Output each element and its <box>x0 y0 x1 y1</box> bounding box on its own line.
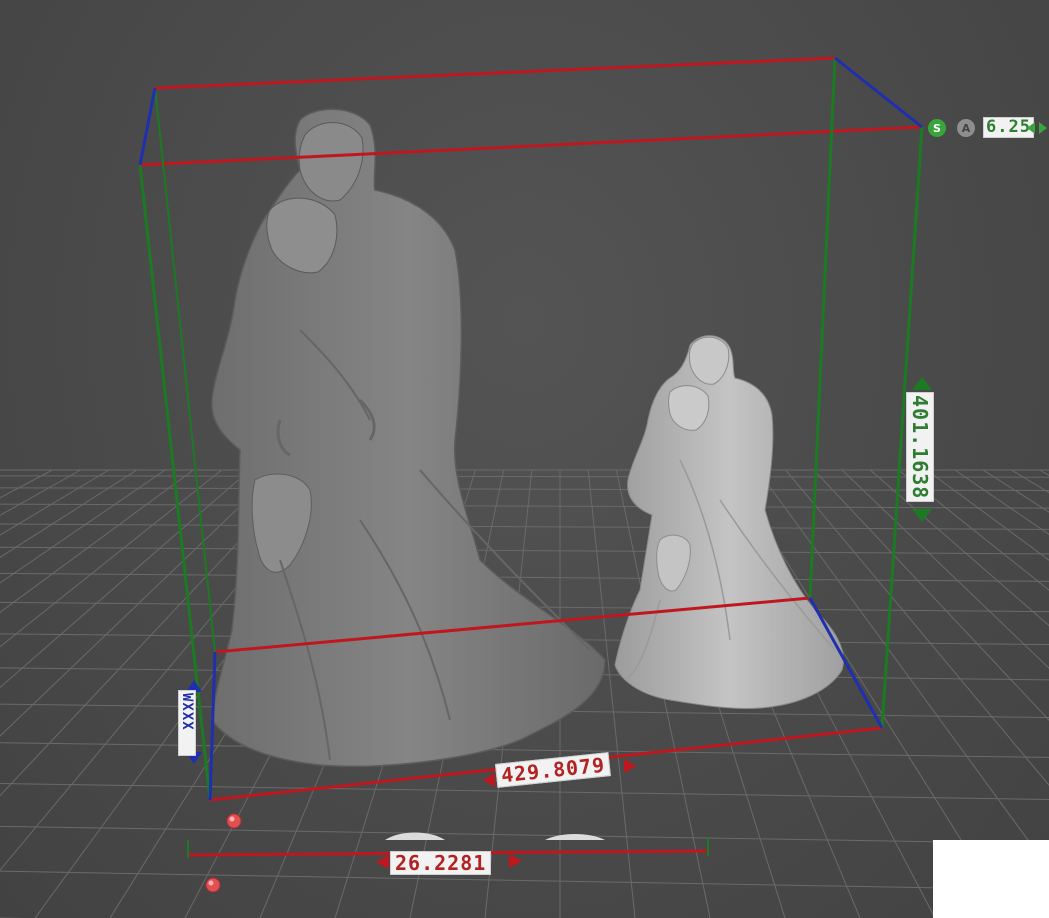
width-arrow-left[interactable] <box>483 773 495 787</box>
s-toggle-button[interactable]: S <box>928 119 946 137</box>
base-arrow-left[interactable] <box>376 855 389 869</box>
bbox-y-edges <box>138 57 924 801</box>
base-arrow-right[interactable] <box>509 854 522 868</box>
gizmo-handle-bottom[interactable] <box>205 877 221 893</box>
base-dimension-label[interactable]: 26.2281 <box>390 851 492 875</box>
3d-viewport[interactable]: 429.8079 26.2281 401.1638 WXXX S A 6.25 <box>0 0 1049 918</box>
gizmo-handle-top[interactable] <box>226 813 242 829</box>
scale-value-field[interactable]: 6.25 <box>983 117 1034 138</box>
bbox-x-edges <box>139 56 923 857</box>
bbox-z-edges <box>138 56 923 801</box>
blank-panel <box>933 840 1049 918</box>
depth-dimension-label[interactable]: WXXX <box>178 690 196 756</box>
height-dimension-label[interactable]: 401.1638 <box>906 392 934 503</box>
a-toggle-button[interactable]: A <box>957 119 975 137</box>
width-arrow-right[interactable] <box>624 759 636 773</box>
height-arrow-down[interactable] <box>912 509 932 522</box>
height-arrow-up[interactable] <box>912 377 932 390</box>
